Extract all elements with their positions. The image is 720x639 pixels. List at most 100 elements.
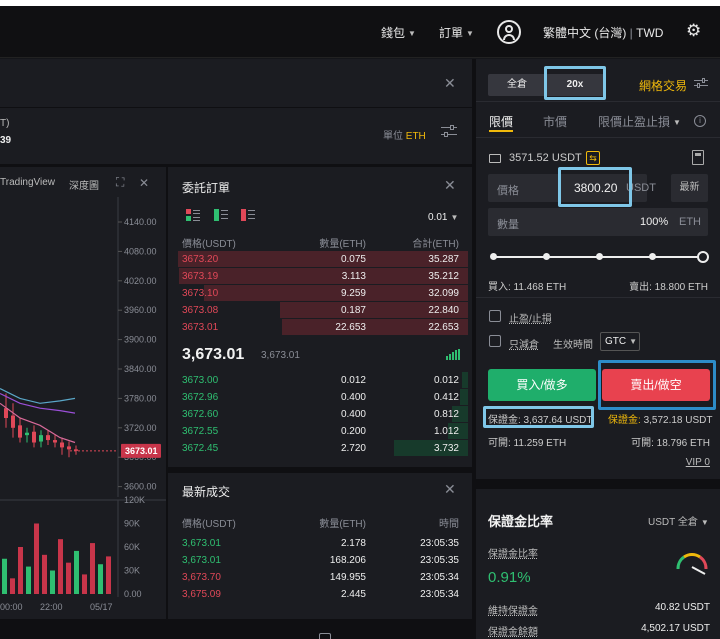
qty-unit: ETH [679, 216, 701, 228]
fullscreen-icon[interactable]: ⛶ [116, 175, 124, 190]
time-tick-label: 00:00 [0, 602, 23, 612]
margin-ratio-panel: 保證金比率 USDT 全倉 ▼ 保證金比率 0.91% 維持保證金 40.82 U… [476, 489, 720, 639]
ask-row[interactable]: 3673.08 0.187 22.840 [178, 302, 468, 319]
volume-tick-label: 30K [124, 566, 140, 576]
current-price-tag: 3673.01 [125, 446, 158, 456]
slider-handle[interactable] [697, 251, 709, 263]
bid-row[interactable]: 3672.96 0.400 0.412 [178, 389, 468, 406]
buy-amount: 買入: 11.468 ETH [488, 282, 567, 293]
wallet-menu[interactable]: 錢包 ▼ [381, 24, 416, 41]
trade-time: 23:05:35 [420, 538, 459, 549]
ask-row[interactable]: 3673.10 9.259 32.099 [178, 285, 468, 302]
transfer-icon[interactable]: ⇆ [586, 151, 600, 165]
calculator-icon[interactable] [692, 150, 704, 165]
candle-body [53, 440, 57, 443]
tab-limit-underline [489, 130, 513, 132]
volume-bar [98, 564, 103, 594]
ratio-value: 0.91% [488, 569, 531, 586]
trades-col-qty: 數量(ETH) [319, 519, 366, 530]
volume-bar [18, 547, 23, 594]
close-icon[interactable]: ✕ [139, 176, 149, 190]
row-price: 3673.19 [182, 271, 219, 282]
trading-screen: { "topbar": { "wallet": "錢包", "orders": … [0, 0, 720, 639]
book-view-asks-icon[interactable] [241, 209, 255, 221]
settings-gear-icon[interactable]: ⚙ [686, 22, 701, 40]
ask-row[interactable]: 3673.20 0.075 35.287 [178, 251, 468, 268]
row-total: 22.653 [428, 322, 459, 333]
bid-row[interactable]: 3672.55 0.200 1.012 [178, 423, 468, 440]
order-book: 委託訂單 ✕ 0.01 ▼ 價格(USDT) 數量(ETH) 合計(ETH) 36… [168, 167, 472, 467]
trades-col-price: 價格(USDT) [182, 519, 236, 530]
row-price: 3672.60 [182, 409, 219, 420]
buy-long-button[interactable]: 買入/做多 [488, 369, 596, 401]
reduce-only-checkbox[interactable] [489, 335, 501, 347]
info-icon[interactable]: i [694, 115, 706, 127]
ask-row[interactable]: 3673.01 22.653 22.653 [178, 319, 468, 336]
row-total: 0.012 [433, 375, 459, 386]
trade-row: 3,675.09 2.445 23:05:34 [178, 586, 468, 603]
book-view-bids-icon[interactable] [214, 209, 228, 221]
tif-select[interactable]: GTC ▼ [600, 332, 640, 351]
trade-row: 3,673.01 2.178 23:05:35 [178, 535, 468, 552]
bid-row[interactable]: 3673.00 0.012 0.012 [178, 372, 468, 389]
margin-mode-button[interactable]: 全倉 [488, 74, 546, 96]
volume-bar [2, 558, 7, 594]
trades-list: 3,673.01 2.178 23:05:35 3,673.01 168.206 23:0… [168, 535, 472, 615]
candlestick-chart[interactable]: 4140.00 4080.00 4020.00 3960.00 3900.00 3840.… [0, 197, 166, 619]
tab-tradingview[interactable]: TradingView [0, 177, 55, 188]
close-icon[interactable]: ✕ [444, 482, 456, 496]
volume-bar [90, 543, 95, 594]
price-tick-label: 4140.00 [124, 217, 157, 227]
row-qty: 9.259 [340, 288, 366, 299]
volume-bar [66, 562, 71, 594]
trade-time: 23:05:34 [420, 572, 459, 583]
precision-selector[interactable]: 0.01 ▼ [428, 212, 458, 223]
margin-balance-value: 4,502.17 USDT [641, 623, 710, 634]
ask-row[interactable]: 3673.19 3.113 35.212 [178, 268, 468, 285]
quantity-field[interactable]: 數量 100% ETH [488, 208, 708, 236]
grid-trading-link[interactable]: 網格交易 [639, 77, 687, 94]
language-selector[interactable]: 繁體中文 (台灣) | TWD [543, 24, 663, 41]
ma-line-blue [0, 388, 76, 404]
bid-row[interactable]: 3672.60 0.400 0.812 [178, 406, 468, 423]
tif-label: 生效時間 [553, 340, 593, 351]
price-tick-label: 3780.00 [124, 393, 157, 403]
volume-bar [106, 556, 111, 594]
slider-stop[interactable] [543, 253, 550, 260]
candle-body [46, 435, 50, 441]
tab-stop-limit[interactable]: 限價止盈止損 ▼ [598, 113, 681, 130]
sliders-icon[interactable] [441, 125, 457, 137]
row-qty: 0.012 [340, 375, 366, 386]
price-tick-label: 3900.00 [124, 335, 157, 345]
tab-market[interactable]: 市價 [543, 113, 567, 130]
book-view-both-icon[interactable] [186, 209, 200, 221]
footer-checkbox[interactable] [319, 633, 331, 639]
margin-balance-label: 保證金餘額 [488, 627, 538, 638]
slider-stop[interactable] [649, 253, 656, 260]
close-icon[interactable]: ✕ [444, 76, 456, 90]
chevron-down-icon: ▼ [408, 29, 416, 39]
margin-ratio-title: 保證金比率 [488, 514, 554, 529]
row-qty: 0.075 [340, 254, 366, 265]
asks-list: 3673.20 0.075 35.287 3673.19 3.113 35.212 3673… [168, 251, 472, 336]
unit-selector[interactable]: 單位 ETH [383, 127, 426, 142]
orders-menu[interactable]: 訂單 ▼ [439, 24, 474, 41]
tp-sl-checkbox[interactable] [489, 310, 501, 322]
volume-bar [26, 566, 31, 594]
margin-mode-selector[interactable]: USDT 全倉 ▼ [648, 513, 709, 528]
trade-row: 3,673.01 168.206 23:05:35 [178, 552, 468, 569]
vip-level[interactable]: VIP 0 [666, 457, 710, 468]
row-qty: 0.400 [340, 392, 366, 403]
row-total: 35.212 [428, 271, 459, 282]
bid-row[interactable]: 3672.45 2.720 3.732 [178, 440, 468, 457]
slider-stop[interactable] [490, 253, 497, 260]
latest-price-button[interactable]: 最新 [671, 174, 708, 202]
tab-limit[interactable]: 限價 [489, 113, 513, 130]
tab-depth-chart[interactable]: 深度圖 [69, 177, 99, 192]
row-price: 3672.55 [182, 426, 219, 437]
sliders-icon[interactable] [694, 78, 708, 88]
slider-stop[interactable] [596, 253, 603, 260]
close-icon[interactable]: ✕ [444, 178, 456, 192]
user-icon[interactable] [497, 20, 521, 44]
volume-bar [82, 574, 87, 594]
